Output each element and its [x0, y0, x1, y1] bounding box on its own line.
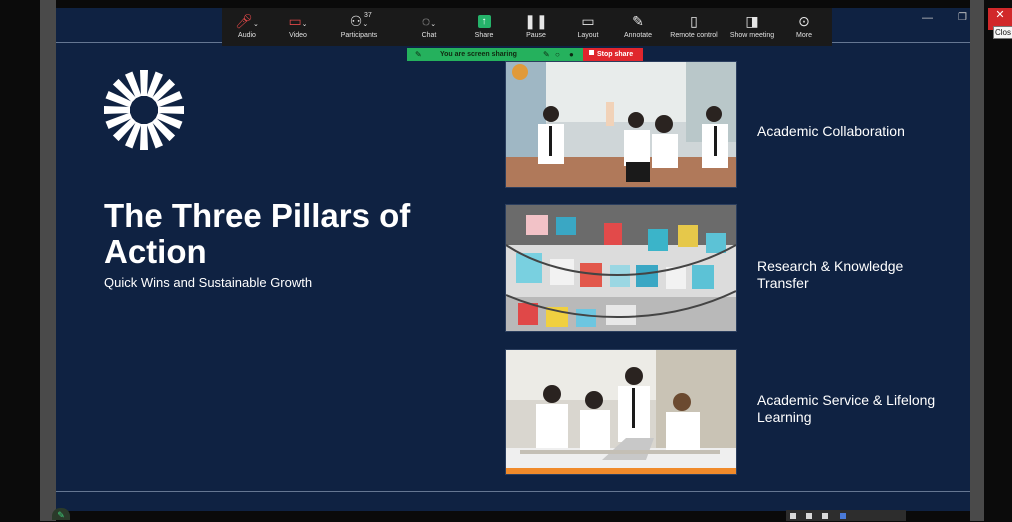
slide-bottom-divider: [56, 491, 970, 492]
tray-icon[interactable]: [822, 513, 828, 519]
taskbar-tray: [786, 510, 906, 521]
chat-icon: ◌⌄: [421, 13, 437, 29]
participants-icon: ⚇⌄: [349, 13, 369, 29]
annotate-button[interactable]: ✎ Annotate: [621, 8, 655, 46]
remote-control-button[interactable]: ▯ Remote control: [666, 8, 722, 46]
show-meeting-label: Show meeting: [729, 32, 775, 39]
participants-count: 37: [364, 12, 372, 19]
left-screen-edge: [0, 0, 40, 521]
layout-button[interactable]: ▭ Layout: [574, 8, 602, 46]
chat-icon[interactable]: ○: [555, 48, 560, 61]
window-icon: ◨: [745, 13, 759, 29]
audio-button[interactable]: 🎤︎⌄ Audio: [230, 8, 264, 46]
share-icon: ↑: [472, 8, 496, 32]
annotate-label: Annotate: [623, 32, 653, 39]
share-label: Share: [474, 32, 494, 39]
slide-title: The Three Pillars of Action: [104, 197, 411, 270]
right-screen-edge: [984, 0, 1012, 521]
share-button[interactable]: ↑ Share: [472, 8, 496, 46]
layout-icon: ▭: [581, 13, 595, 29]
pencil-icon: ✎: [415, 50, 422, 59]
students-laptop-photo: [505, 349, 737, 475]
remote-control-label: Remote control: [670, 32, 718, 39]
pillar-label: Research & Knowledge Transfer: [757, 258, 904, 291]
participants-button[interactable]: ⚇⌄ 37 Participants: [334, 8, 384, 46]
restore-button[interactable]: ❐: [958, 12, 967, 23]
screen-sharing-status: You are screen sharing: [440, 51, 517, 58]
slide-subtitle: Quick Wins and Sustainable Growth: [104, 275, 313, 290]
show-meeting-button[interactable]: ◨ Show meeting: [727, 8, 777, 46]
right-window-border: [970, 0, 984, 521]
meeting-toolbar: 🎤︎⌄ Audio ▭⌄ Video ⚇⌄ 37 Participants ◌⌄…: [222, 8, 832, 46]
classroom-students-photo: [505, 61, 737, 188]
tray-icon[interactable]: [806, 513, 812, 519]
close-tooltip: Clos: [993, 26, 1012, 39]
pillar-label: Academic Collaboration: [757, 123, 905, 139]
stop-share-button[interactable]: Stop share: [583, 48, 643, 61]
left-window-border: [40, 0, 56, 521]
microphone-icon[interactable]: ✎: [543, 48, 550, 61]
audio-label: Audio: [238, 32, 256, 39]
shield-icon[interactable]: ●: [569, 48, 574, 61]
camera-muted-icon: ▭⌄: [288, 13, 308, 29]
more-icon: ⊙: [798, 13, 810, 29]
pause-icon: ❚❚: [524, 13, 548, 29]
chat-button[interactable]: ◌⌄ Chat: [416, 8, 442, 46]
video-label: Video: [289, 32, 307, 39]
more-button[interactable]: ⊙ More: [790, 8, 818, 46]
video-button[interactable]: ▭⌄ Video: [280, 8, 316, 46]
mouse-icon: ▯: [690, 13, 698, 29]
tray-icon[interactable]: [840, 513, 846, 519]
pencil-icon: ✎: [632, 13, 644, 29]
presentation-slide: The Three Pillars of Action Quick Wins a…: [56, 8, 970, 511]
pause-label: Pause: [526, 32, 546, 39]
annotate-pencil-icon[interactable]: ✎: [52, 508, 70, 520]
tray-icon[interactable]: [790, 513, 796, 519]
layout-label: Layout: [577, 32, 599, 39]
chat-label: Chat: [421, 32, 437, 39]
minimize-button[interactable]: —: [922, 12, 933, 24]
screen-sharing-banner: ✎ You are screen sharing ✎ ○ ●: [407, 48, 583, 61]
stop-icon: [589, 50, 594, 55]
pillar-label: Academic Service & Lifelong Learning: [757, 392, 936, 425]
participants-label: Participants: [340, 32, 378, 39]
sunburst-logo-icon: [104, 70, 184, 150]
research-display-photo: [505, 204, 737, 332]
pause-button[interactable]: ❚❚ Pause: [522, 8, 550, 46]
more-label: More: [796, 32, 812, 39]
microphone-muted-icon: 🎤︎⌄: [235, 13, 259, 29]
stop-share-label: Stop share: [597, 51, 634, 58]
